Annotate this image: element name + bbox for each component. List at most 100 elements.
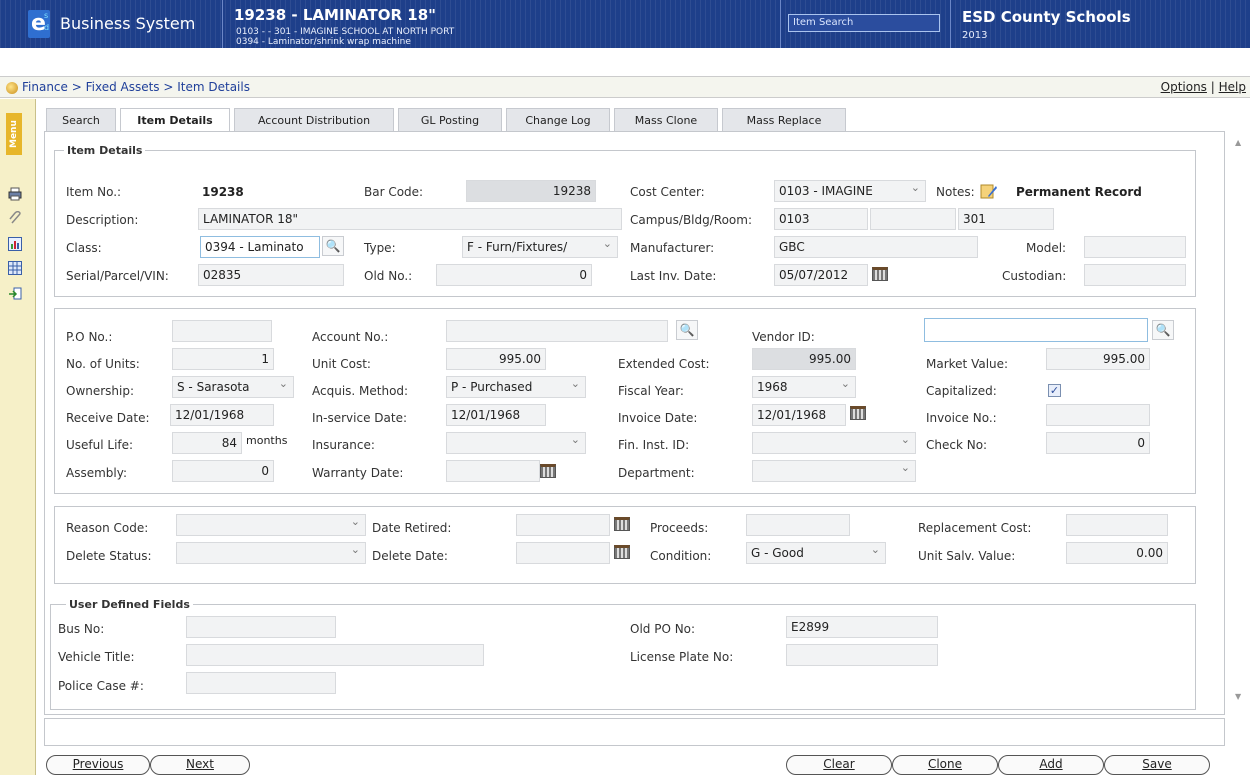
account-no-field[interactable] [446,320,668,342]
help-link[interactable]: Help [1219,80,1246,94]
tab-change-log[interactable]: Change Log [506,108,610,132]
app-header: esd Business System 19238 - LAMINATOR 18… [0,0,1250,48]
last-inv-date-field[interactable]: 05/07/2012 [774,264,868,286]
globe-icon [6,82,18,94]
account-search-icon[interactable]: 🔍 [676,320,698,340]
clone-button[interactable]: Clone [892,755,998,775]
cost-center-select[interactable]: 0103 - IMAGINE [774,180,926,202]
fiscal-year-label: 2013 [962,30,988,41]
type-select[interactable]: F - Furn/Fixtures/ [462,236,618,258]
capitalized-checkbox[interactable]: ✓ [1048,384,1061,397]
attachment-icon[interactable] [8,210,22,225]
fin-inst-id-select[interactable] [752,432,916,454]
room-field[interactable]: 301 [958,208,1054,230]
tab-gl-posting[interactable]: GL Posting [398,108,502,132]
insurance-select[interactable] [446,432,586,454]
po-field[interactable] [172,320,272,342]
menu-tab[interactable]: Menu [6,113,22,155]
delete-date-field[interactable] [516,542,610,564]
calendar-icon[interactable] [872,267,888,281]
previous-button[interactable]: Previous [46,755,150,775]
organization-name: ESD County Schools [962,8,1131,26]
report-icon[interactable] [8,237,22,251]
tab-item-details[interactable]: Item Details [120,108,230,133]
condition-select[interactable]: G - Good [746,542,886,564]
save-button[interactable]: Save [1104,755,1210,775]
bus-no-field[interactable] [186,616,336,638]
delete-status-select[interactable] [176,542,366,564]
vendor-id-field[interactable] [924,318,1148,342]
clear-button[interactable]: Clear [786,755,892,775]
replacement-cost-label: Replacement Cost: [918,521,1032,535]
account-no-label: Account No.: [312,330,389,344]
unit-cost-field[interactable]: 995.00 [446,348,546,370]
class-search-icon[interactable]: 🔍 [322,236,344,256]
tab-mass-replace[interactable]: Mass Replace [722,108,846,132]
description-field[interactable]: LAMINATOR 18" [198,208,622,230]
print-icon[interactable] [8,187,22,201]
date-retired-field[interactable] [516,514,610,536]
units-field[interactable]: 1 [172,348,274,370]
notes-icon[interactable] [980,182,998,200]
left-sidebar: Menu [0,99,36,775]
old-po-label: Old PO No: [630,622,696,636]
item-details-legend: Item Details [64,144,146,157]
old-po-field[interactable]: E2899 [786,616,938,638]
calendar-grid-icon[interactable] [8,261,22,275]
add-button[interactable]: Add [998,755,1104,775]
tab-account-distribution[interactable]: Account Distribution [234,108,394,132]
check-no-field[interactable]: 0 [1046,432,1150,454]
reason-code-select[interactable] [176,514,366,536]
old-no-field[interactable]: 0 [436,264,592,286]
bar-code-field[interactable]: 19238 [466,180,596,202]
ownership-select[interactable]: S - Sarasota [172,376,294,398]
calendar-icon[interactable] [614,545,630,559]
options-link[interactable]: Options [1161,80,1207,94]
fiscal-year-select[interactable]: 1968 [752,376,856,398]
extended-cost-field: 995.00 [752,348,856,370]
calendar-icon[interactable] [850,406,866,420]
class-field[interactable]: 0394 - Laminato [200,236,320,258]
scroll-up-icon[interactable]: ▲ [1235,138,1241,147]
tab-search[interactable]: Search [46,108,116,132]
campus-field[interactable]: 0103 [774,208,868,230]
market-value-field[interactable]: 995.00 [1046,348,1150,370]
department-select[interactable] [752,460,916,482]
message-area [44,718,1225,746]
breadcrumb[interactable]: Finance > Fixed Assets > Item Details [22,80,250,94]
manufacturer-field[interactable]: GBC [774,236,978,258]
assembly-field[interactable]: 0 [172,460,274,482]
calendar-icon[interactable] [540,464,556,478]
scroll-down-icon[interactable]: ▼ [1235,692,1241,701]
vehicle-title-field[interactable] [186,644,484,666]
building-field[interactable] [870,208,956,230]
custodian-field[interactable] [1084,264,1186,286]
useful-life-field[interactable]: 84 [172,432,242,454]
receive-date-field[interactable]: 12/01/1968 [170,404,274,426]
next-button[interactable]: Next [150,755,250,775]
invoice-no-field[interactable] [1046,404,1150,426]
unit-salv-value-field[interactable]: 0.00 [1066,542,1168,564]
police-case-field[interactable] [186,672,336,694]
calendar-icon[interactable] [614,517,630,531]
warranty-date-field[interactable] [446,460,540,482]
replacement-cost-field[interactable] [1066,514,1168,536]
manufacturer-label: Manufacturer: [630,241,715,255]
license-plate-field[interactable] [786,644,938,666]
inservice-date-field[interactable]: 12/01/1968 [446,404,546,426]
item-search-input[interactable]: Item Search [788,14,940,32]
invoice-date-field[interactable]: 12/01/1968 [752,404,846,426]
ownership-label: Ownership: [66,384,135,398]
item-title: 19238 - LAMINATOR 18" [234,6,436,24]
vendor-search-icon[interactable]: 🔍 [1152,320,1174,340]
acquis-method-select[interactable]: P - Purchased [446,376,586,398]
receive-date-label: Receive Date: [66,411,150,425]
export-icon[interactable] [8,287,22,301]
vertical-scrollbar[interactable]: ▲ ▼ [1233,132,1248,710]
tab-mass-clone[interactable]: Mass Clone [614,108,718,132]
notes-label: Notes: [936,185,975,199]
model-field[interactable] [1084,236,1186,258]
serial-field[interactable]: 02835 [198,264,344,286]
assembly-label: Assembly: [66,466,128,480]
proceeds-field[interactable] [746,514,850,536]
